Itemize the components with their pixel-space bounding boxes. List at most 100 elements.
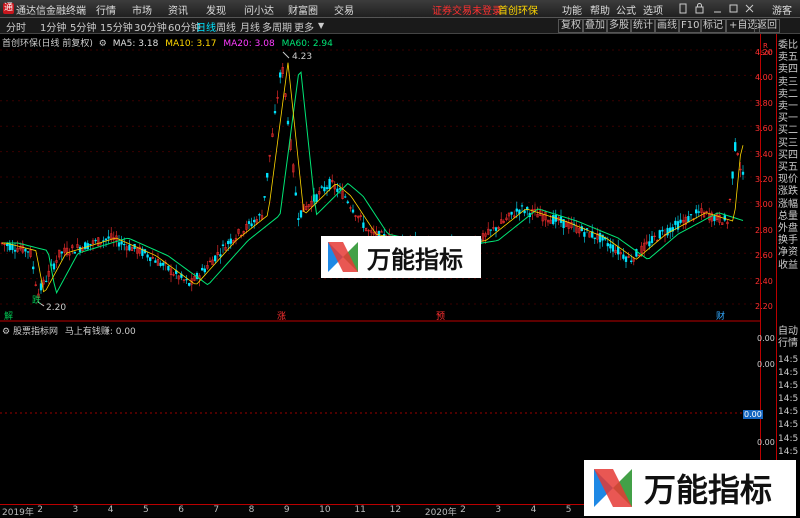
sidebar-item: 收益 — [778, 259, 798, 271]
menu-help[interactable]: 帮助 — [590, 2, 610, 17]
month-label: 7 — [213, 505, 220, 515]
tab-monthly[interactable]: 月线 — [240, 19, 260, 34]
tab-weekly[interactable]: 周线 — [216, 19, 236, 34]
ind-tick-2: 0.00 — [757, 438, 775, 447]
tab-multi-period[interactable]: 多周期 — [262, 19, 292, 34]
sidebar-item: 卖二 — [778, 88, 798, 100]
phone-icon[interactable] — [679, 3, 687, 14]
brand-logo-icon-large — [594, 469, 632, 507]
menu-news[interactable]: 资讯 — [168, 2, 188, 17]
menu-function[interactable]: 功能 — [562, 2, 582, 17]
tick-time: 14:5 — [778, 381, 799, 392]
event-marker-unlock[interactable]: 解 — [4, 309, 13, 322]
tab-30min[interactable]: 30分钟 — [134, 19, 167, 34]
sidebar-item: 买五 — [778, 162, 798, 174]
menu-market[interactable]: 市场 — [132, 2, 152, 17]
price-tick: 4.20 — [755, 48, 773, 57]
month-label: 6 — [178, 505, 184, 515]
menu-wealth[interactable]: 财富圈 — [288, 2, 318, 17]
tab-daily[interactable]: 日线 — [196, 19, 216, 34]
price-axis: R 500 4.20 4.00 3.80 3.60 3.40 3.20 3.00 2.80 2.… — [743, 34, 776, 514]
kline-chart-panel[interactable]: 首创环保(日线 前复权) ⚙ MA5: 3.18 MA10: 3.17 MA20… — [0, 34, 760, 324]
low-label: 2.20 — [46, 303, 66, 313]
sidebar-quote[interactable]: 行情 — [778, 338, 798, 350]
month-label: 4 — [107, 505, 114, 515]
back-button[interactable]: 返回 — [754, 19, 780, 33]
price-tick: 3.20 — [755, 175, 773, 184]
draw-line-button[interactable]: 画线 — [654, 19, 680, 33]
event-marker-drop[interactable]: 跌 — [32, 293, 41, 306]
event-marker-rise[interactable]: 涨 — [277, 309, 286, 322]
stats-button[interactable]: 统计 — [630, 19, 656, 33]
ind-tick-0: 0.00 — [757, 334, 775, 343]
overlay-button[interactable]: 叠加 — [582, 19, 608, 33]
chevron-down-icon[interactable]: ▼ — [318, 21, 324, 30]
menu-discover[interactable]: 发现 — [206, 2, 226, 17]
month-label: 12 — [389, 505, 402, 515]
window-controls — [679, 3, 754, 14]
event-marker-finance[interactable]: 财 — [716, 309, 725, 322]
sidebar-item: 买二 — [778, 125, 798, 137]
f10-button[interactable]: F10 — [678, 19, 703, 33]
sidebar-item: 委比 — [778, 40, 798, 51]
sidebar-item: 净资 — [778, 247, 798, 259]
tab-1min[interactable]: 1分钟 — [40, 19, 66, 34]
tab-more[interactable]: 更多 — [294, 19, 314, 34]
tab-15min[interactable]: 15分钟 — [100, 19, 133, 34]
month-label: 3 — [495, 505, 502, 515]
sidebar-lower: 自动 行情 — [778, 326, 798, 350]
kline-svg: 4.23 2.20 — [0, 49, 760, 322]
menu-quotes[interactable]: 行情 — [96, 2, 116, 17]
month-label: 10 — [319, 505, 331, 515]
price-tick: 2.40 — [755, 276, 773, 286]
lock-icon[interactable] — [695, 3, 704, 14]
month-label: 11 — [354, 505, 366, 515]
guest-user[interactable]: 游客 — [772, 2, 792, 17]
maximize-icon[interactable] — [729, 4, 738, 13]
brand-logo-icon — [328, 242, 358, 272]
sidebar-auto[interactable]: 自动 — [778, 326, 798, 338]
ind-tick-highlight: 0.00 — [743, 410, 763, 419]
month-label: 2 — [37, 505, 43, 515]
month-label: 8 — [248, 505, 255, 515]
month-label: 2020年 — [424, 508, 457, 518]
close-icon[interactable] — [745, 4, 754, 13]
price-tick: 4.00 — [755, 73, 773, 83]
sidebar-item: 涨幅 — [778, 198, 798, 210]
sidebar-item: 换手 — [778, 235, 798, 247]
price-tick: 3.80 — [755, 98, 773, 108]
trade-login-status[interactable]: 证券交易未登录 — [432, 2, 502, 17]
watermark-text: 万能指标 — [367, 245, 463, 274]
month-label: 2 — [460, 505, 466, 515]
price-tick: 2.20 — [755, 302, 773, 311]
sidebar-item: 总量 — [778, 210, 798, 222]
tab-5min[interactable]: 5分钟 — [70, 19, 96, 34]
watermark-corner: 万能指标 — [584, 460, 796, 516]
month-label: 5 — [565, 505, 572, 515]
sidebar-item: 买四 — [778, 149, 798, 161]
ind-tick-1: 0.00 — [757, 360, 775, 369]
month-label: 9 — [283, 505, 290, 515]
sidebar-item: 现价 — [778, 174, 798, 186]
month-label: 2019年 — [2, 508, 34, 518]
sidebar-item: 卖五 — [778, 52, 798, 64]
tick-time: 14:5 — [778, 407, 799, 418]
period-tab-bar: 分时 1分钟 5分钟 15分钟 30分钟 60分钟 日线 周线 月线 多周期 更… — [0, 18, 800, 34]
month-label: 4 — [530, 505, 537, 515]
multi-stock-button[interactable]: 多股 — [606, 19, 632, 33]
adjust-button[interactable]: 复权 — [558, 19, 584, 33]
price-tick: 3.40 — [755, 149, 773, 159]
menu-formula[interactable]: 公式 — [616, 2, 636, 17]
watermark-center: 万能指标 — [321, 236, 481, 278]
sidebar-item: 买一 — [778, 113, 798, 125]
menu-options[interactable]: 选项 — [643, 2, 663, 17]
current-stock-tag: 首创环保 — [498, 6, 538, 17]
tick-time: 14:5 — [778, 433, 799, 444]
title-bar: 通 通达信金融终端 行情 市场 资讯 发现 问小达 财富圈 交易 证券交易未登录… — [0, 0, 800, 18]
mark-button[interactable]: 标记 — [700, 19, 726, 33]
menu-ask[interactable]: 问小达 — [244, 2, 274, 17]
tab-minute[interactable]: 分时 — [6, 19, 26, 34]
menu-trade[interactable]: 交易 — [334, 2, 354, 17]
event-marker-forecast[interactable]: 预 — [436, 309, 445, 322]
app-logo-icon: 通 — [3, 3, 14, 14]
